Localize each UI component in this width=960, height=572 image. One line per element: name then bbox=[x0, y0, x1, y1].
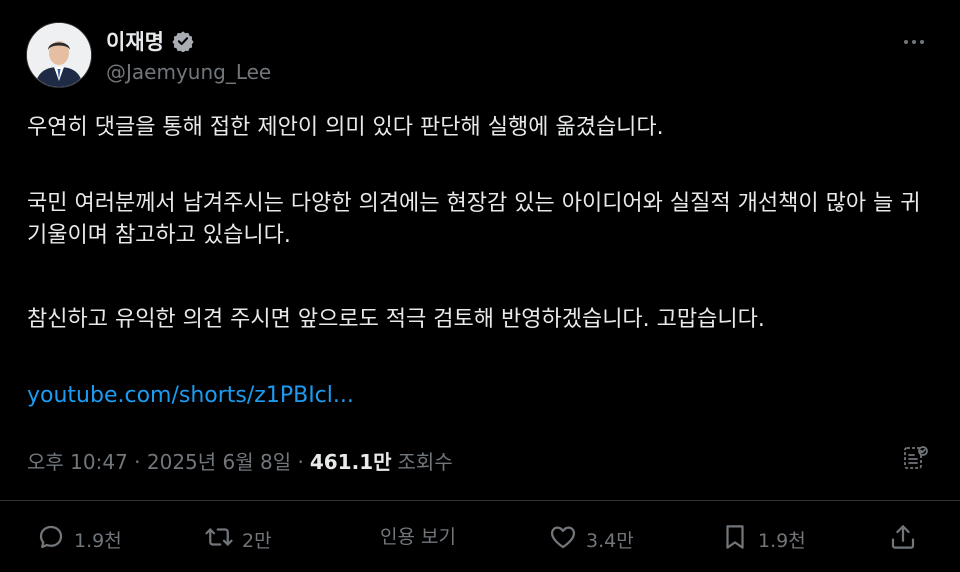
views-count: 461.1만 bbox=[309, 450, 392, 474]
retweet-icon bbox=[204, 522, 234, 557]
quote-label: 인용 보기 bbox=[380, 526, 456, 548]
display-name[interactable]: 이재명 bbox=[106, 26, 164, 56]
bookmark-icon bbox=[720, 522, 750, 557]
more-icon[interactable] bbox=[900, 32, 928, 52]
reply-icon bbox=[36, 522, 66, 557]
heart-icon bbox=[548, 522, 578, 557]
tweet: 이재명 @Jaemyung_Lee 우연히 댓글을 통해 접한 제안이 의미 있… bbox=[0, 0, 960, 572]
retweet-count: 2만 bbox=[242, 530, 272, 552]
tweet-paragraph: 참신하고 유익한 의견 주시면 앞으로도 적극 검토해 반영하겠습니다. 고맙습… bbox=[27, 307, 765, 332]
like-button[interactable]: 3.4만 bbox=[548, 522, 634, 557]
author-handle[interactable]: @Jaemyung_Lee bbox=[106, 60, 271, 84]
share-button[interactable] bbox=[888, 522, 918, 557]
analytics-icon[interactable] bbox=[902, 444, 930, 472]
verified-badge-icon bbox=[172, 30, 194, 53]
name-row: 이재명 bbox=[106, 26, 194, 56]
retweet-button[interactable]: 2만 bbox=[204, 522, 272, 557]
quote-view-button[interactable]: 인용 보기 bbox=[380, 522, 456, 549]
bookmark-button[interactable]: 1.9천 bbox=[720, 522, 806, 557]
share-icon bbox=[888, 522, 918, 557]
like-count: 3.4만 bbox=[586, 530, 634, 552]
tweet-link[interactable]: youtube.com/shorts/z1PBIcl... bbox=[27, 380, 354, 412]
tweet-meta: 오후 10:47 · 2025년 6월 8일 · 461.1만 조회수 bbox=[27, 446, 453, 475]
bookmark-count: 1.9천 bbox=[758, 530, 806, 552]
tweet-paragraph: 우연히 댓글을 통해 접한 제안이 의미 있다 판단해 실행에 옮겼습니다. bbox=[27, 115, 664, 140]
reply-button[interactable]: 1.9천 bbox=[36, 522, 122, 557]
divider bbox=[0, 500, 960, 501]
tweet-header: 이재명 @Jaemyung_Lee bbox=[26, 22, 936, 92]
timestamp[interactable]: 오후 10:47 · 2025년 6월 8일 · bbox=[27, 446, 304, 475]
tweet-paragraph: 국민 여러분께서 남겨주시는 다양한 의견에는 현장감 있는 아이디어와 실질적… bbox=[27, 191, 921, 248]
reply-count: 1.9천 bbox=[74, 530, 122, 552]
action-bar: 1.9천 2만 인용 보기 3.4만 1.9천 bbox=[0, 522, 960, 562]
views-label: 조회수 bbox=[397, 450, 453, 474]
avatar[interactable] bbox=[26, 22, 92, 88]
